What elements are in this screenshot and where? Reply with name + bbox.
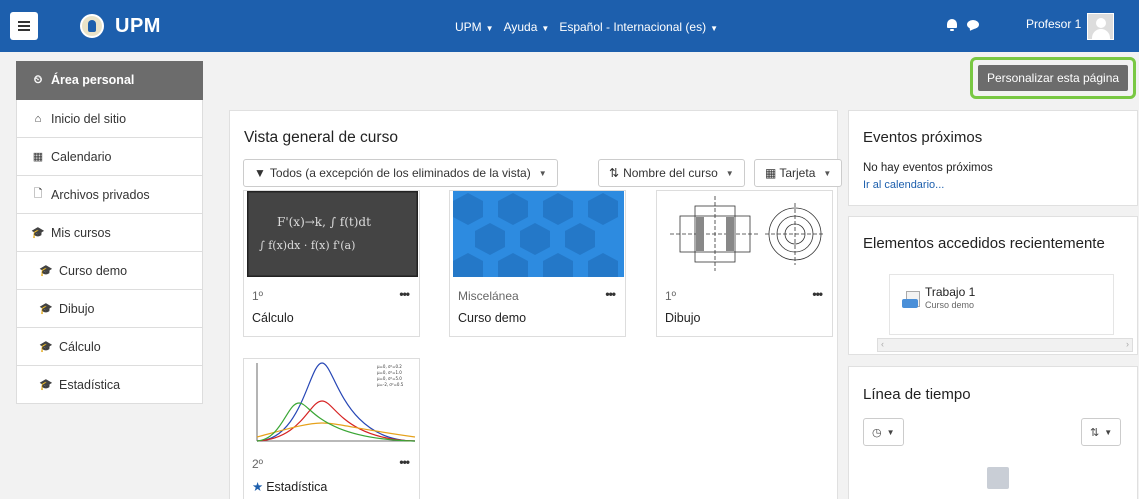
chalk-formula-1: F'(x)→k, ∫ f(t)dt [277,215,371,229]
course-image-curso-demo[interactable] [453,191,624,277]
filter-icon: ▼ [254,166,266,180]
sidebar-item-dibujo[interactable]: 🎓 Dibujo [16,290,203,328]
horizontal-scrollbar[interactable]: ‹ › [877,338,1133,352]
course-card[interactable]: Miscelánea ••• Curso demo [449,190,626,337]
course-card[interactable]: F'(x)→k, ∫ f(t)dt ∫ f(x)dx · f(x) f'(a) … [243,190,420,337]
course-menu-button[interactable]: ••• [399,455,410,469]
course-category: Miscelánea [458,289,519,303]
course-name[interactable]: Dibujo [665,311,700,325]
top-navbar: UPM UPM ▼ Ayuda ▼ Español - Internacional … [0,0,1139,52]
caret-down-icon: ▼ [541,24,550,33]
sidebar-item-curso-demo[interactable]: 🎓 Curso demo [16,252,203,290]
upcoming-events-block: Eventos próximos No hay eventos próximos… [848,110,1138,206]
course-card[interactable]: μ=0, σ²=0.2 μ=0, σ²=1.0 μ=0, σ²=5.0 μ=-2… [243,358,420,499]
course-category: 2º [252,457,264,471]
menu-toggle-button[interactable] [10,12,38,40]
assignment-icon [902,291,920,309]
scroll-right-icon[interactable]: › [1126,339,1129,349]
chalk-formula-2: ∫ f(x)dx · f(x) f'(a) [259,239,355,252]
graduation-cap-icon: 🎓 [39,341,53,353]
course-overview-title: Vista general de curso [244,129,398,146]
customize-page-button[interactable]: Personalizar esta página [978,65,1128,91]
course-category: 1º [665,289,677,303]
sidebar-item-area-personal[interactable]: ⏲ Área personal [16,61,203,100]
hamburger-icon [18,25,30,27]
sidebar-nav: ⏲ Área personal ⌂ Inicio del sitio ▦ Calend… [16,61,203,404]
legend-entry: μ=-2, σ²=0.5 [377,382,404,387]
timeline-filter-dropdown[interactable]: ◷ ▼ [863,418,904,446]
recent-items-title: Elementos accedidos recientemente [863,235,1105,252]
customize-highlight: Personalizar esta página [970,57,1136,99]
menu-language[interactable]: Español - Internacional (es) ▼ [559,20,718,34]
grid-icon: ▦ [765,166,777,180]
scroll-left-icon[interactable]: ‹ [881,339,884,349]
recent-item-course: Curso demo [925,300,975,310]
caret-down-icon: ▼ [538,168,547,178]
view-dropdown[interactable]: ▦ Tarjeta ▼ [754,159,843,187]
timeline-title: Línea de tiempo [863,386,971,403]
course-card[interactable]: 1º ••• Dibujo [656,190,833,337]
upm-logo-icon[interactable] [80,14,104,38]
user-menu-name[interactable]: Profesor 1 [1026,17,1081,31]
course-overview-block: Vista general de curso ▼ Todos (a excepci… [229,110,843,499]
course-menu-button[interactable]: ••• [399,287,410,301]
course-menu-button[interactable]: ••• [812,287,823,301]
clock-icon: ◷ [872,426,882,439]
course-name[interactable]: Curso demo [458,311,526,325]
course-image-dibujo[interactable] [660,191,831,277]
sidebar-item-calculo[interactable]: 🎓 Cálculo [16,328,203,366]
sidebar-item-calendario[interactable]: ▦ Calendario [16,138,203,176]
recent-item[interactable]: Trabajo 1 Curso demo [889,274,1114,335]
home-icon: ⌂ [34,112,42,125]
calendar-icon: ▦ [32,151,44,163]
star-icon: ★ [252,480,264,494]
user-avatar[interactable] [1087,13,1114,40]
course-category: 1º [252,289,264,303]
filter-dropdown[interactable]: ▼ Todos (a excepción de los eliminados de… [243,159,558,187]
dashboard-icon: ⏲ [33,73,43,86]
legend-entry: μ=0, σ²=0.2 [377,364,402,369]
timeline-sort-dropdown[interactable]: ⇅ ▼ [1081,418,1122,446]
course-image-estadistica[interactable]: μ=0, σ²=0.2 μ=0, σ²=1.0 μ=0, σ²=5.0 μ=-2… [247,359,418,445]
sidebar-item-estadistica[interactable]: 🎓 Estadística [16,366,203,404]
legend-entry: μ=0, σ²=1.0 [377,370,402,375]
messages-chat-icon[interactable] [967,20,979,29]
caret-down-icon: ▼ [710,24,718,33]
caret-down-icon: ▼ [485,24,494,33]
sidebar-item-mis-cursos[interactable]: 🎓 Mis cursos [16,214,203,252]
caret-down-icon: ▼ [886,427,895,437]
upcoming-events-title: Eventos próximos [863,129,983,146]
caret-down-icon: ▼ [725,168,734,178]
menu-ayuda[interactable]: Ayuda ▼ [504,20,550,34]
graduation-cap-icon: 🎓 [31,227,45,239]
top-menu: UPM ▼ Ayuda ▼ Español - Internacional (es)… [455,20,718,34]
graduation-cap-icon: 🎓 [39,303,53,315]
course-menu-button[interactable]: ••• [605,287,616,301]
timeline-block: Línea de tiempo ◷ ▼ ⇅ ▼ [848,366,1138,499]
menu-upm[interactable]: UPM ▼ [455,20,494,34]
recent-item-name: Trabajo 1 [925,285,976,299]
recent-items-block: Elementos accedidos recientemente Trabaj… [848,216,1138,355]
sort-icon: ⇅ [609,166,620,180]
legend-entry: μ=0, σ²=5.0 [377,376,402,381]
notifications-bell-icon[interactable] [946,19,958,31]
caret-down-icon: ▼ [823,168,832,178]
go-to-calendar-link[interactable]: Ir al calendario... [863,179,944,191]
course-image-calculo[interactable]: F'(x)→k, ∫ f(t)dt ∫ f(x)dx · f(x) f'(a) [247,191,418,277]
sort-icon: ⇅ [1090,426,1100,439]
sort-dropdown[interactable]: ⇅ Nombre del curso ▼ [598,159,745,187]
empty-timeline-list-icon [987,467,1009,489]
site-brand[interactable]: UPM [115,15,161,38]
sidebar-item-inicio[interactable]: ⌂ Inicio del sitio [16,100,203,138]
file-icon: 🗋 [33,188,43,200]
sidebar-item-archivos[interactable]: 🗋 Archivos privados [16,176,203,214]
course-name[interactable]: ★ Estadística [252,479,327,494]
graduation-cap-icon: 🎓 [39,265,53,277]
graduation-cap-icon: 🎓 [39,379,53,391]
course-name[interactable]: Cálculo [252,311,294,325]
no-events-text: No hay eventos próximos [863,162,993,174]
caret-down-icon: ▼ [1104,427,1113,437]
